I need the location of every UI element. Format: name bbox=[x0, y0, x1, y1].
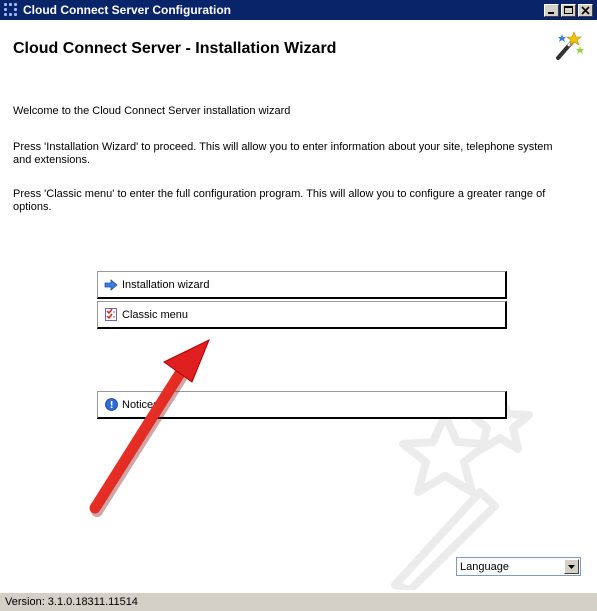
chevron-down-icon bbox=[568, 564, 575, 569]
magic-wand-icon bbox=[556, 31, 584, 60]
title-bar[interactable]: Cloud Connect Server Configuration bbox=[0, 0, 597, 20]
minimize-button[interactable] bbox=[544, 3, 559, 17]
main-window: Cloud Connect Server Configuration Cloud… bbox=[0, 0, 597, 611]
status-bar: Version: 3.1.0.18311.11514 bbox=[0, 592, 597, 611]
notices-label: Notices bbox=[122, 398, 159, 411]
notices-button[interactable]: Notices bbox=[97, 391, 507, 419]
checklist-icon bbox=[104, 308, 118, 322]
info-icon bbox=[104, 398, 118, 412]
close-icon bbox=[581, 5, 590, 15]
language-value: Language bbox=[460, 560, 509, 573]
minimize-icon bbox=[548, 11, 554, 14]
installation-wizard-button[interactable]: Installation wizard bbox=[97, 271, 507, 299]
maximize-button[interactable] bbox=[561, 3, 576, 17]
page-title: Cloud Connect Server - Installation Wiza… bbox=[13, 40, 337, 57]
close-button[interactable] bbox=[578, 3, 593, 17]
maximize-icon bbox=[564, 5, 573, 14]
wizard-description: Press 'Installation Wizard' to proceed. … bbox=[13, 141, 553, 166]
classic-menu-button[interactable]: Classic menu bbox=[97, 301, 507, 329]
welcome-text: Welcome to the Cloud Connect Server inst… bbox=[13, 105, 291, 117]
language-select[interactable]: Language bbox=[456, 557, 581, 576]
installation-wizard-label: Installation wizard bbox=[122, 278, 210, 291]
app-icon bbox=[4, 3, 18, 17]
language-dropdown-arrow[interactable] bbox=[564, 559, 579, 574]
classic-description: Press 'Classic menu' to enter the full c… bbox=[13, 188, 546, 213]
arrow-right-icon bbox=[104, 278, 118, 292]
version-text: Version: 3.1.0.18311.11514 bbox=[5, 596, 138, 608]
window-title: Cloud Connect Server Configuration bbox=[23, 3, 232, 17]
classic-menu-label: Classic menu bbox=[122, 308, 189, 321]
